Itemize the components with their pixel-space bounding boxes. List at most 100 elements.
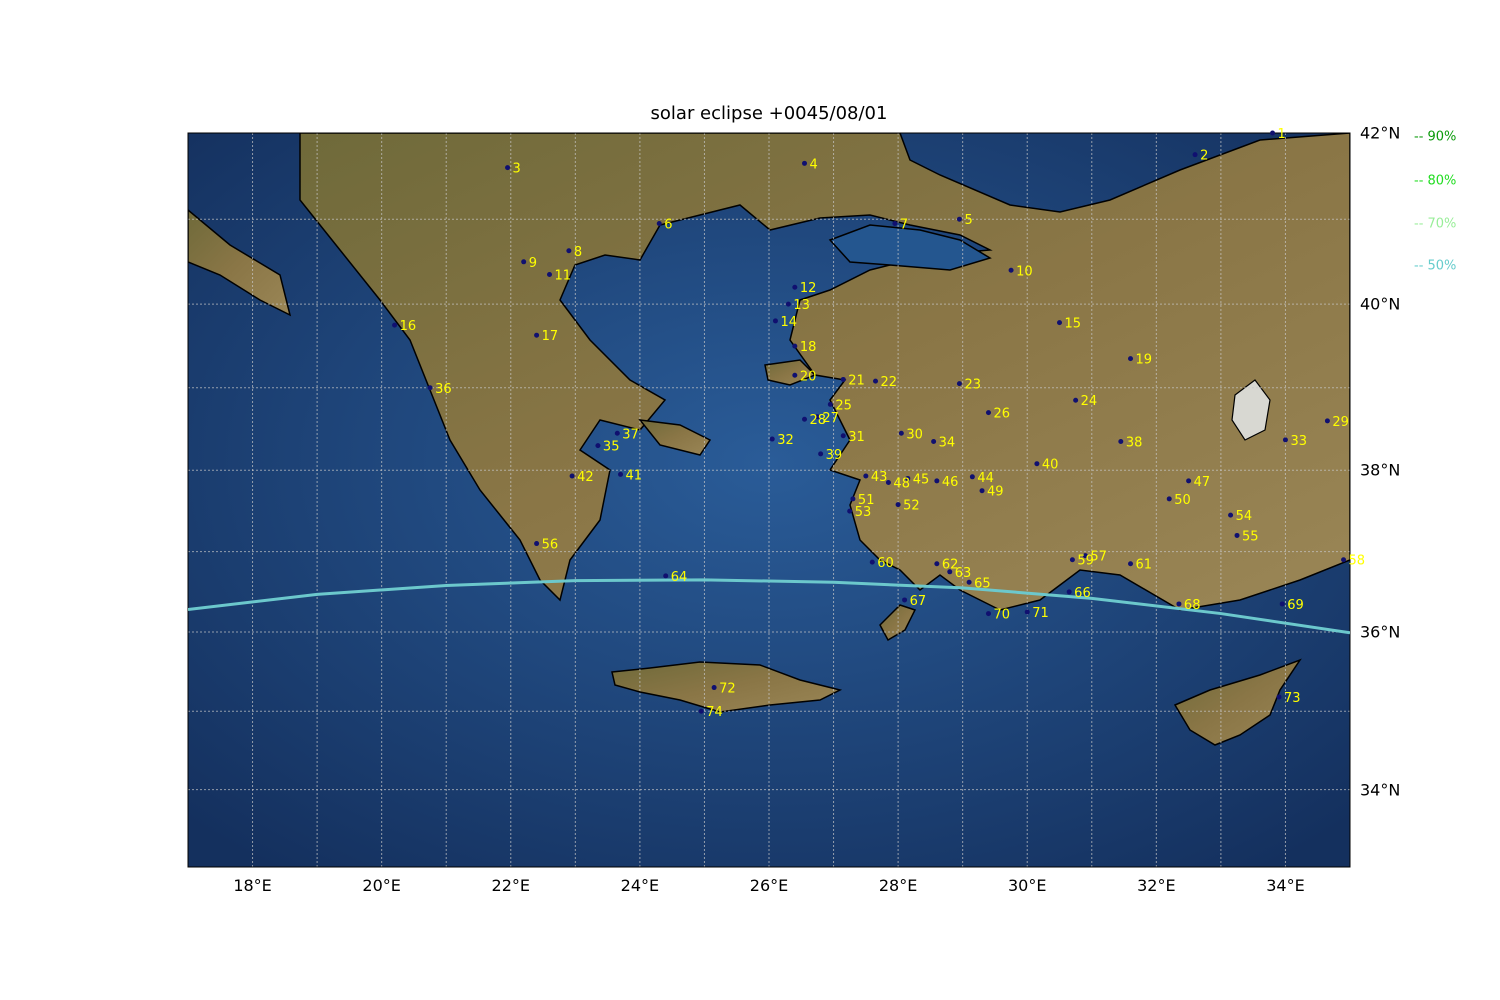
city-label-23: 23 [964,378,981,393]
city-marker-19 [1128,356,1134,362]
city-label-32: 32 [777,433,794,448]
city-marker-7 [892,220,898,226]
city-marker-52 [895,502,901,508]
eclipse-map: 123 456 7891011121314 151617181920 21 22 23242… [187,127,1365,868]
city-marker-66 [1066,589,1072,595]
city-label-65: 65 [974,576,991,591]
city-label-52: 52 [903,499,920,514]
city-label-31: 31 [848,430,865,445]
city-marker-5 [956,216,962,222]
lat-tick-label: 40°N [1360,294,1401,314]
lon-tick-label: 24°E [620,876,660,895]
city-marker-4 [802,160,808,166]
city-marker-58 [1341,557,1347,563]
city-label-5: 5 [964,213,972,228]
city-marker-9 [521,259,527,265]
lat-tick-label: 34°N [1360,780,1401,800]
city-label-20: 20 [800,369,817,384]
city-marker-13 [785,301,791,307]
lat-tick-label: 36°N [1360,622,1401,642]
city-marker-10 [1008,267,1014,273]
city-marker-2 [1192,152,1198,158]
city-label-7: 7 [900,217,908,232]
city-marker-44 [969,474,975,480]
city-label-45: 45 [913,472,930,487]
city-label-36: 36 [435,382,452,397]
city-marker-3 [505,165,511,171]
city-marker-55 [1234,532,1240,538]
lon-tick-label: 18°E [233,876,272,895]
city-marker-53 [847,508,853,514]
city-label-47: 47 [1194,475,1211,490]
city-marker-22 [873,378,879,384]
city-marker-36 [427,385,433,391]
city-marker-56 [534,541,540,547]
city-marker-64 [663,573,669,579]
city-label-28: 28 [810,413,827,428]
city-label-56: 56 [542,538,559,553]
city-label-68: 68 [1184,598,1201,613]
city-marker-50 [1166,496,1172,502]
city-marker-30 [898,430,904,436]
city-marker-70 [985,611,991,617]
city-label-11: 11 [555,269,572,284]
city-label-18: 18 [800,340,817,355]
lon-tick-label: 20°E [362,876,401,895]
city-label-9: 9 [529,256,537,271]
city-label-54: 54 [1236,509,1253,524]
city-label-63: 63 [955,566,972,581]
city-label-55: 55 [1242,529,1259,544]
city-marker-65 [966,579,972,585]
lon-tick-label: 34°E [1266,876,1305,895]
city-marker-73 [1276,694,1282,700]
city-marker-24 [1073,397,1079,403]
city-marker-34 [931,439,937,445]
city-label-42: 42 [577,470,594,485]
lon-tick-label: 32°E [1137,876,1176,895]
city-marker-68 [1176,601,1182,607]
city-marker-60 [869,559,875,565]
city-label-72: 72 [719,682,736,697]
city-marker-15 [1057,320,1062,326]
city-marker-11 [547,272,553,278]
city-label-3: 3 [513,162,521,177]
city-label-26: 26 [993,407,1010,422]
city-label-29: 29 [1332,415,1349,430]
city-label-22: 22 [881,375,898,390]
city-label-48: 48 [893,477,910,492]
city-label-33: 33 [1290,434,1307,449]
city-marker-32 [769,436,775,442]
city-marker-31 [840,433,846,439]
city-marker-48 [885,480,891,486]
city-marker-54 [1228,512,1234,518]
city-marker-25 [827,401,833,407]
city-marker-40 [1034,461,1040,467]
city-label-24: 24 [1081,394,1098,409]
city-marker-69 [1279,601,1285,607]
city-marker-8 [566,248,572,254]
city-label-15: 15 [1065,317,1082,332]
city-marker-51 [850,496,856,502]
city-marker-72 [711,685,717,691]
city-label-8: 8 [574,245,582,260]
city-marker-61 [1128,561,1134,567]
city-label-16: 16 [400,319,417,334]
city-label-39: 39 [826,448,843,463]
city-label-64: 64 [671,570,688,585]
legend-item: -- 90% [1414,129,1457,145]
city-marker-43 [863,473,869,479]
city-label-44: 44 [977,471,994,486]
city-marker-16 [392,322,398,328]
city-label-67: 67 [910,594,927,609]
legend-item: -- 70% [1414,216,1457,232]
city-label-38: 38 [1126,436,1143,451]
city-marker-49 [979,488,985,494]
city-marker-18 [792,343,798,349]
city-label-71: 71 [1032,606,1049,621]
city-label-34: 34 [939,436,956,451]
city-label-50: 50 [1174,493,1191,508]
city-marker-6 [656,220,662,226]
city-marker-14 [772,318,778,324]
city-marker-63 [947,569,953,575]
legend-item: -- 80% [1414,173,1457,189]
